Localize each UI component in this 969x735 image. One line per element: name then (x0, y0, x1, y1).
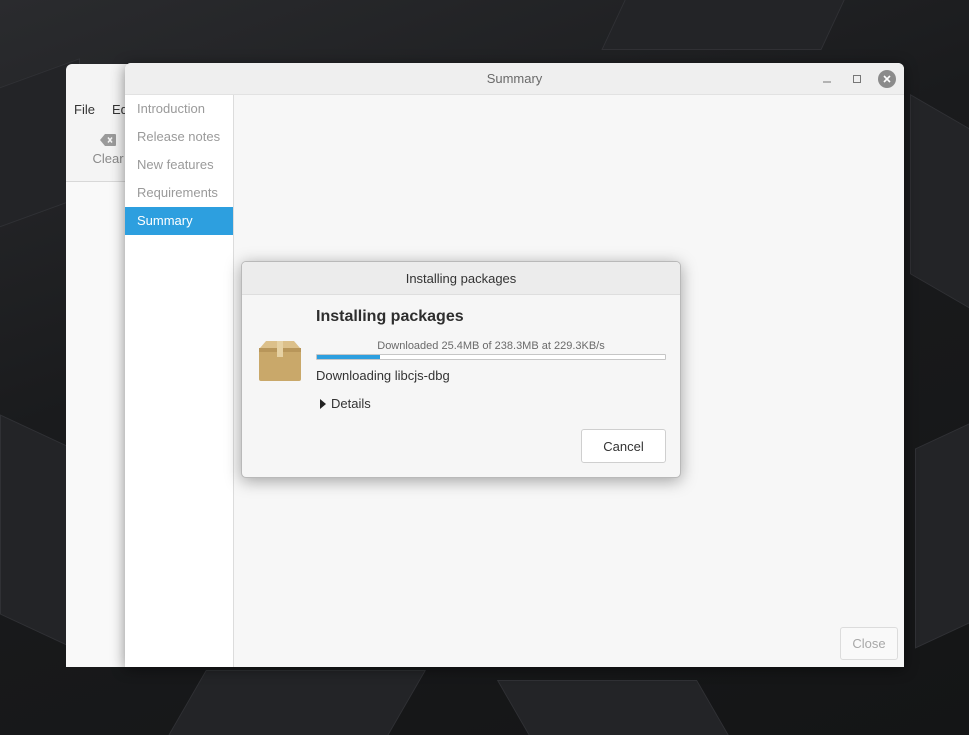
sidebar-item-release-notes[interactable]: Release notes (125, 123, 233, 151)
window-controls (818, 70, 896, 88)
sidebar: Introduction Release notes New features … (125, 95, 234, 667)
clear-button[interactable]: Clear (88, 134, 128, 168)
wallpaper-tile (915, 411, 969, 649)
clear-icon (100, 134, 116, 146)
wallpaper-tile (496, 680, 744, 735)
package-icon (259, 341, 301, 381)
menu-file[interactable]: File (74, 102, 95, 117)
window-titlebar[interactable]: Summary (125, 63, 904, 95)
minimize-button[interactable] (818, 70, 836, 88)
window-title: Summary (486, 71, 543, 86)
sidebar-item-introduction[interactable]: Introduction (125, 95, 233, 123)
maximize-icon (853, 75, 861, 83)
maximize-button[interactable] (848, 70, 866, 88)
close-icon (883, 75, 891, 83)
progress-bar (316, 354, 666, 360)
progress-fill (317, 355, 380, 359)
minimize-icon (823, 81, 831, 83)
sidebar-item-new-features[interactable]: New features (125, 151, 233, 179)
download-status: Downloading libcjs-dbg (316, 368, 450, 383)
background-menubar: File Ed (74, 102, 128, 117)
wallpaper-tile (154, 670, 426, 735)
cancel-button[interactable]: Cancel (581, 429, 666, 463)
installing-packages-dialog[interactable]: Installing packages Installing packages … (241, 261, 681, 478)
close-button[interactable]: Close (840, 627, 898, 660)
details-expander[interactable]: Details (320, 396, 371, 411)
sidebar-item-requirements[interactable]: Requirements (125, 179, 233, 207)
dialog-title: Installing packages (242, 262, 680, 295)
close-window-button[interactable] (878, 70, 896, 88)
progress-text: Downloaded 25.4MB of 238.3MB at 229.3KB/… (377, 340, 605, 352)
sidebar-item-summary[interactable]: Summary (125, 207, 233, 235)
wallpaper-tile (601, 0, 859, 50)
wallpaper-tile (910, 94, 969, 326)
details-label: Details (331, 396, 371, 411)
dialog-heading: Installing packages (316, 308, 464, 325)
clear-label: Clear (92, 151, 124, 166)
triangle-right-icon (320, 398, 326, 409)
